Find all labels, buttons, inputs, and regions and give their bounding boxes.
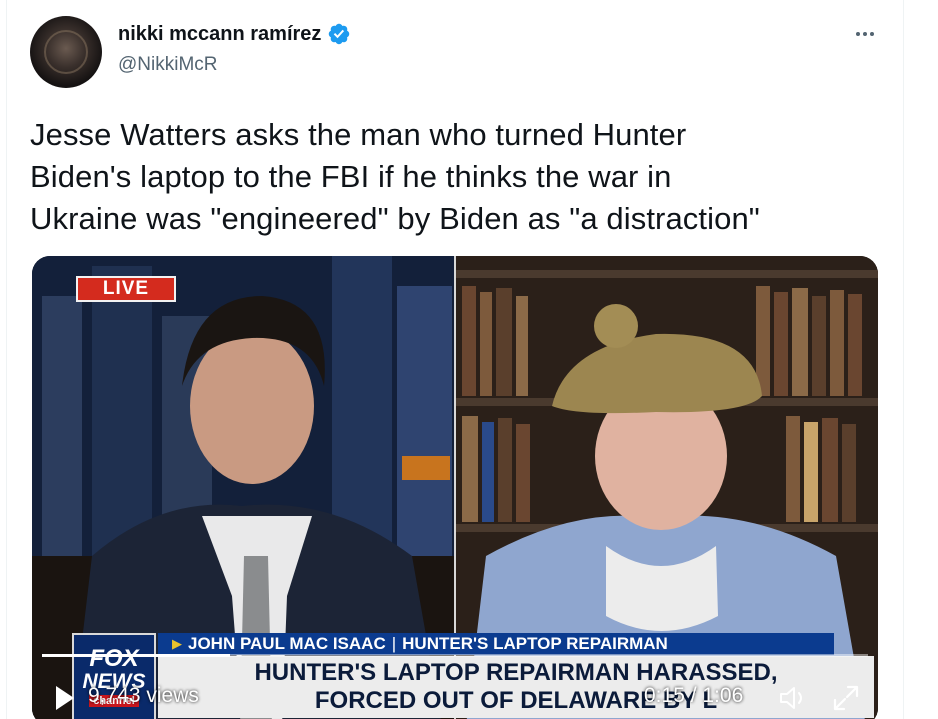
author-display-name[interactable]: nikki mccann ramírez [118,23,321,46]
author-name-row: nikki mccann ramírez [118,22,351,46]
live-badge: LIVE [76,276,176,302]
headline-line-2: FORCED OUT OF DELAWARE BY L [314,687,718,714]
avatar-detail [44,30,88,74]
fullscreen-icon[interactable] [832,684,860,712]
headline-strap: HUNTER'S LAPTOP REPAIRMAN HARASSED, FORC… [158,656,874,718]
card-left-border [6,0,7,719]
strap-arrow-icon: ▶ [172,636,182,651]
play-icon[interactable] [54,684,76,712]
more-options-icon[interactable] [848,22,882,46]
view-count: 9,743 views [88,684,199,707]
video-scrubber[interactable] [42,654,868,657]
author-handle[interactable]: @NikkiMcR [118,54,218,76]
headline-line-1: HUNTER'S LAPTOP REPAIRMAN HARASSED, [254,659,778,686]
tweet-text: Jesse Watters asks the man who turned Hu… [30,117,760,236]
verified-badge-icon [329,23,350,45]
name-strap: ▶ JOHN PAUL MAC ISAAC | HUNTER'S LAPTOP … [158,633,834,655]
scrubber-progress [42,654,230,657]
network-logo-line1: FOX [89,645,139,672]
avatar[interactable] [30,16,102,88]
video-player[interactable]: LIVE FOX NEWS channel ▶ JOHN PAUL MAC IS… [32,256,878,719]
card-right-border [903,0,904,719]
video-timecode: 0:15 / 1:06 [644,684,744,707]
name-strap-separator: | [391,634,397,653]
name-strap-title: HUNTER'S LAPTOP REPAIRMAN [402,634,668,653]
volume-icon[interactable] [778,684,810,712]
name-strap-name: JOHN PAUL MAC ISAAC [188,634,386,653]
